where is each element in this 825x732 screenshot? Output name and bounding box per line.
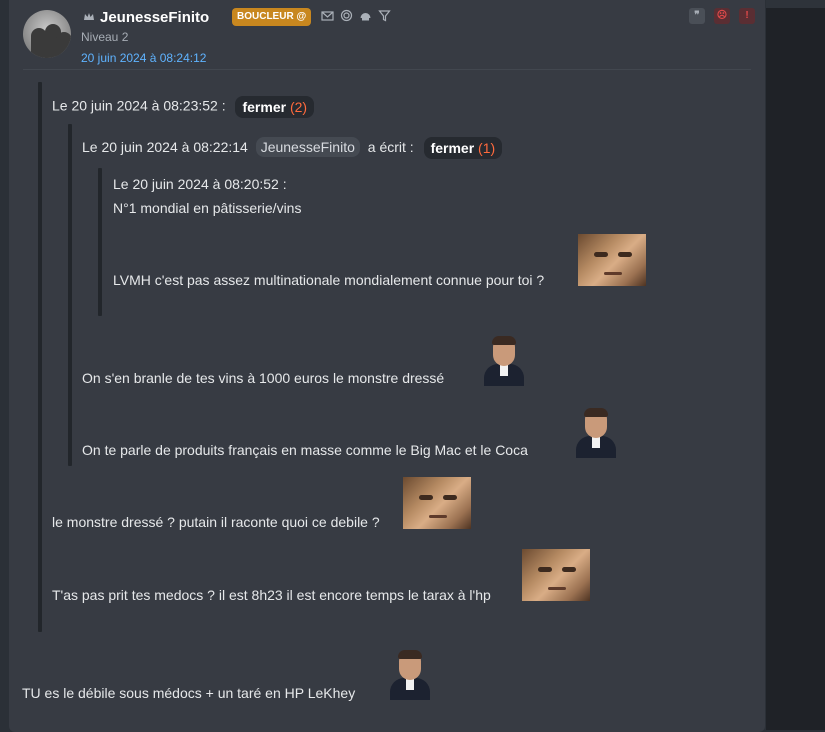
toggle-count: (1) [478,140,496,157]
sticker-eye [443,495,457,500]
sticker-mouth [429,515,447,518]
quote-bar-level-1 [38,82,42,632]
alert-icon[interactable]: ! [739,8,755,24]
sticker-portrait-image[interactable] [572,406,624,458]
user-badge: BOUCLEUR @ [232,8,312,26]
sticker-face-image[interactable] [578,234,646,286]
right-gutter [766,0,825,730]
quote2-toggle[interactable]: fermer (1) [423,137,503,160]
target-icon[interactable] [340,9,353,22]
badge-icon: @ [296,11,307,22]
quote2-wrote: a écrit : [367,139,414,155]
mail-icon[interactable] [321,9,334,22]
profile-icons [321,9,391,22]
sticker-mouth [604,272,622,275]
quote2-author[interactable]: JeunesseFinito [255,137,360,157]
toggle-label: fermer [242,99,287,115]
quote-icon[interactable]: ❞ [689,8,705,24]
sticker-hair [584,408,608,417]
sticker-eye [538,567,552,572]
quote3-line: N°1 mondial en pâtisserie/vins [113,200,302,216]
quote-bar-level-2 [68,124,72,466]
filter-icon[interactable] [378,9,391,22]
quote3-line: LVMH c'est pas assez multinationale mond… [113,272,545,288]
post-date-link[interactable]: 20 juin 2024 à 08:24:12 [81,51,206,65]
toggle-label: fermer [430,140,475,157]
quote2-line: On te parle de produits français en mass… [82,442,528,458]
post-body-line: TU es le débile sous médocs + un taré en… [22,685,356,701]
quote1-date: Le 20 juin 2024 à 08:23:52 : [52,97,226,114]
header-divider [23,69,751,70]
quote1-toggle[interactable]: fermer (2) [235,96,315,118]
sticker-hair [492,336,516,345]
sticker-face-image[interactable] [403,477,471,529]
quote1-header: Le 20 juin 2024 à 08:23:52 : fermer (2) [52,96,315,118]
sticker-eye [618,252,632,257]
crown-icon [84,13,94,20]
quote-bar-level-3 [98,168,102,316]
sticker-hair [398,650,422,659]
post-actions: ❞ ☹ ! [689,8,755,24]
sticker-eye [419,495,433,500]
forum-post: JeunesseFinito BOUCLEUR @ Niveau 2 20 ju… [9,0,765,732]
quote2-line: On s'en branle de tes vins à 1000 euros … [82,370,445,386]
quote1-line: le monstre dressé ? putain il raconte qu… [52,514,380,530]
sticker-face-image[interactable] [522,549,590,601]
sticker-eye [562,567,576,572]
username[interactable]: JeunesseFinito [100,9,209,26]
quote2-header: Le 20 juin 2024 à 08:22:14 JeunesseFinit… [82,137,503,160]
sad-face-icon[interactable]: ☹ [714,8,730,24]
sticker-mouth [548,587,566,590]
avatar[interactable] [23,10,71,58]
quote1-line: T'as pas prit tes medocs ? il est 8h23 i… [52,587,491,603]
badge-label: BOUCLEUR [237,11,294,22]
avatar-figure [56,32,71,58]
toggle-count: (2) [289,99,308,115]
quote3-date: Le 20 juin 2024 à 08:20:52 : [113,176,287,192]
sticker-portrait-image[interactable] [386,648,438,700]
gutter-strip [766,0,825,8]
sticker-eye [594,252,608,257]
helmet-icon[interactable] [359,9,372,22]
quote2-date: Le 20 juin 2024 à 08:22:14 [82,139,248,155]
sticker-portrait-image[interactable] [480,334,532,386]
user-level: Niveau 2 [81,30,129,44]
